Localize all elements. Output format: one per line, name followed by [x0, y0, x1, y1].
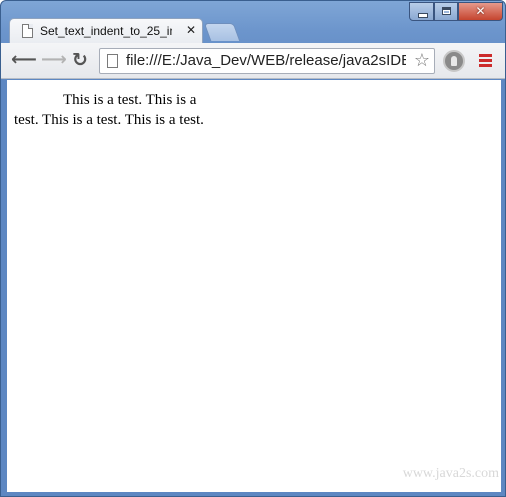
tab-active[interactable]: Set_text_indent_to_25_in_HTML_and_CSS ✕ [9, 18, 203, 44]
back-icon[interactable]: ⟵ [11, 49, 37, 71]
watermark: www.java2s.com [402, 466, 499, 481]
reload-icon[interactable]: ↻ [69, 49, 91, 71]
extension-icon[interactable] [443, 50, 465, 72]
address-bar[interactable]: file:///E:/Java_Dev/WEB/release/java2sID… [99, 48, 435, 74]
star-icon[interactable]: ☆ [411, 50, 433, 72]
close-button[interactable]: ✕ [458, 2, 503, 21]
browser-toolbar: ⟵ ⟶ ↻ file:///E:/Java_Dev/WEB/release/ja… [1, 43, 505, 79]
document-icon [22, 24, 33, 38]
menu-icon[interactable] [479, 54, 492, 68]
close-icon: ✕ [475, 4, 486, 18]
tab-strip: Set_text_indent_to_25_in_HTML_and_CSS ✕ … [1, 1, 505, 44]
indented-paragraph: This is a test. This is a test. This is … [14, 92, 204, 128]
forward-icon[interactable]: ⟶ [41, 49, 67, 71]
tab-title: Set_text_indent_to_25_in_HTML_and_CSS [40, 24, 172, 38]
page-icon [107, 54, 118, 68]
maximize-icon [442, 7, 451, 15]
maximize-button[interactable] [434, 2, 458, 21]
minimize-button[interactable] [409, 2, 434, 21]
new-tab-button[interactable] [203, 23, 241, 41]
window-controls: ✕ [409, 2, 505, 22]
page-content: This is a test. This is a test. This is … [7, 80, 501, 492]
minimize-icon [418, 13, 428, 18]
browser-window: Set_text_indent_to_25_in_HTML_and_CSS ✕ … [0, 0, 506, 497]
tab-close-icon[interactable]: ✕ [184, 22, 198, 38]
url-text[interactable]: file:///E:/Java_Dev/WEB/release/java2sID… [126, 52, 406, 69]
